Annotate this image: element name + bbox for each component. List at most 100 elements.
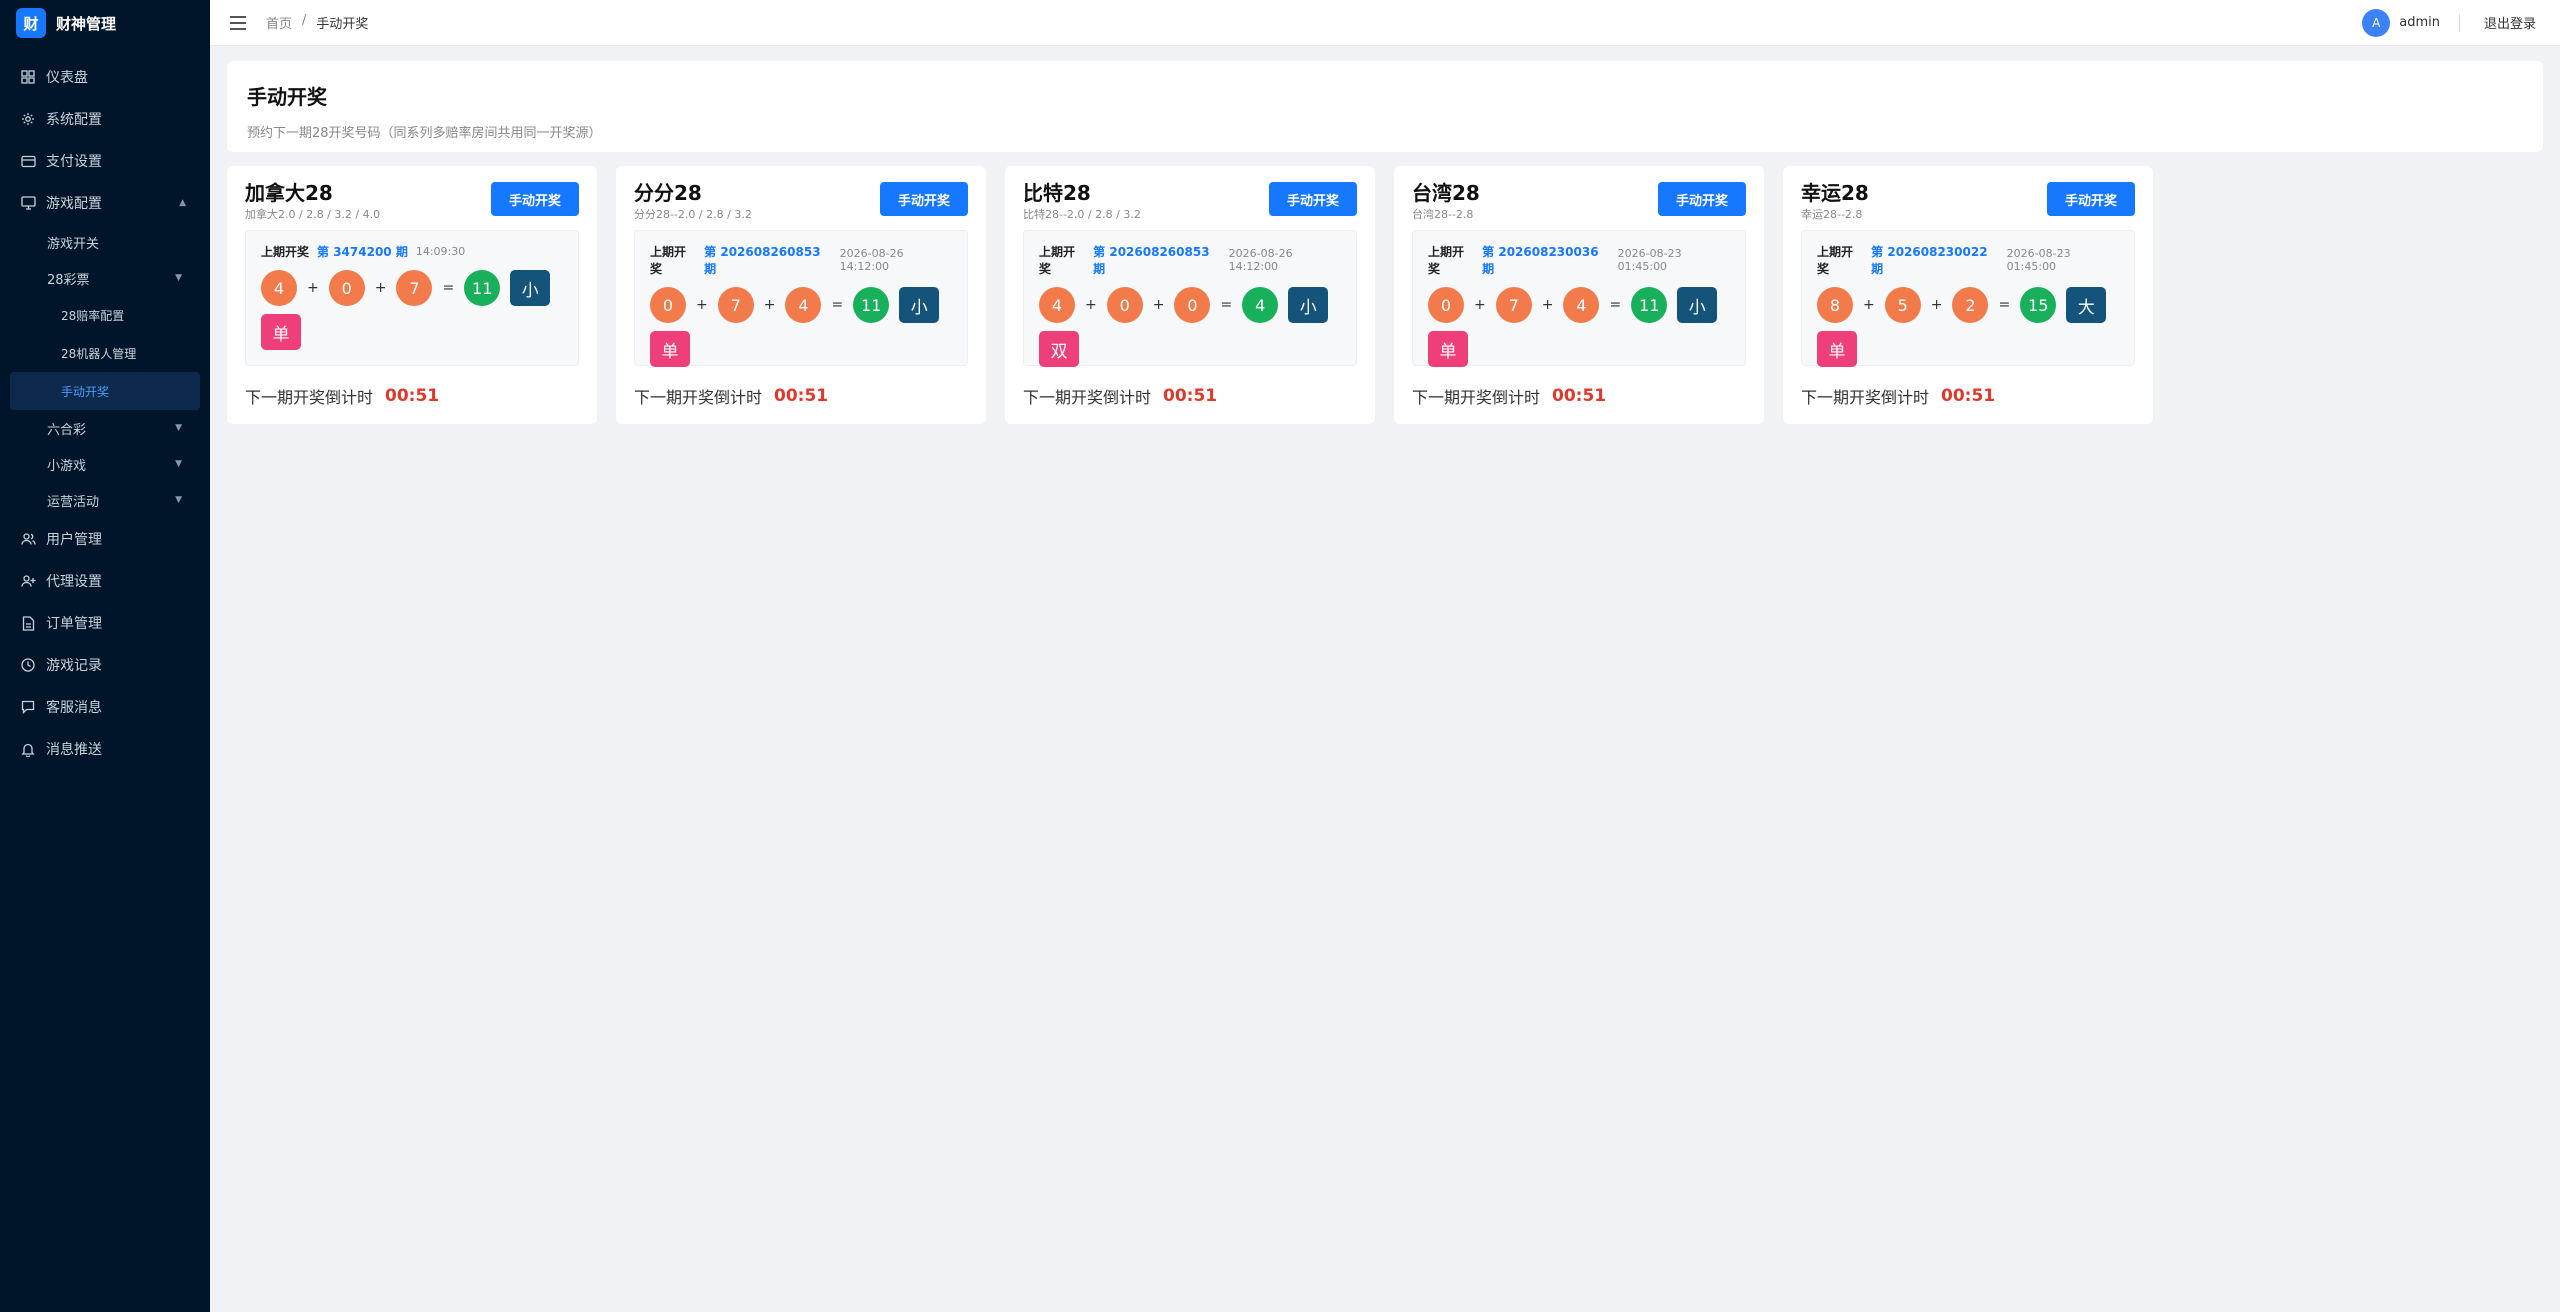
last-result-panel: 上期开奖 第 202608230036 期 2026-08-23 01:45:0… <box>1412 230 1746 367</box>
sidebar-item-system-config[interactable]: 系统配置 <box>0 98 210 140</box>
users-icon <box>20 531 36 547</box>
draw-period: 第 3474200 期 <box>317 245 408 259</box>
chevron-down-icon: ▼ <box>175 459 182 469</box>
user-menu[interactable]: A admin <box>2362 8 2440 37</box>
equals-sign: = <box>1998 297 2011 313</box>
avatar: A <box>2362 8 2391 37</box>
logout-link[interactable]: 退出登录 <box>2484 13 2536 32</box>
sidebar-menu: 仪表盘 系统配置 支付设置 游戏配置 ▲ 游戏开关 28彩票 ▼ 28赔率配置 … <box>0 56 210 770</box>
plus-sign: + <box>1152 297 1165 313</box>
number-ball: 8 <box>1817 287 1853 323</box>
sidebar-item-label: 28彩票 <box>47 272 90 288</box>
card-icon <box>20 153 36 169</box>
top-header: 首页 / 手动开奖 A admin 退出登录 <box>210 0 2560 46</box>
card-title: 加拿大28 <box>245 181 333 205</box>
number-ball: 5 <box>1884 287 1921 323</box>
breadcrumb-home[interactable]: 首页 <box>266 13 292 32</box>
sidebar-item-manual-draw[interactable]: 手动开奖 <box>10 372 200 410</box>
last-result-panel: 上期开奖 第 202608260853 期 2026-08-26 14:12:0… <box>1023 230 1357 367</box>
equals-sign: = <box>831 297 844 313</box>
sidebar-item-label: 游戏配置 <box>46 196 102 212</box>
sidebar-item-label: 28机器人管理 <box>61 346 137 361</box>
draw-time: 2026-08-23 01:45:00 <box>2006 247 2071 273</box>
last-draw-label: 上期开奖 <box>261 245 310 259</box>
sidebar-item-mark-six[interactable]: 六合彩 ▼ <box>0 410 210 446</box>
sidebar-item-mini-games[interactable]: 小游戏 ▼ <box>0 446 210 482</box>
sidebar-item-orders[interactable]: 订单管理 <box>0 602 210 644</box>
sidebar-item-game-switch[interactable]: 游戏开关 <box>0 224 210 260</box>
clock-icon <box>20 657 36 673</box>
last-draw-label: 上期开奖 <box>650 245 687 276</box>
sidebar-item-28-odds[interactable]: 28赔率配置 <box>0 296 210 334</box>
plus-sign: + <box>374 280 387 296</box>
size-tag: 小 <box>1288 287 1329 323</box>
sidebar-item-label: 客服消息 <box>46 700 102 716</box>
size-tag: 小 <box>1677 287 1718 323</box>
sidebar-item-label: 游戏开关 <box>47 236 100 252</box>
sidebar-item-label: 手动开奖 <box>61 384 110 399</box>
sum-ball: 4 <box>1242 287 1279 323</box>
number-ball: 4 <box>785 287 822 323</box>
sidebar-item-users[interactable]: 用户管理 <box>0 518 210 560</box>
equals-sign: = <box>1609 297 1622 313</box>
manual-draw-button[interactable]: 手动开奖 <box>1658 182 1746 216</box>
sidebar-item-push[interactable]: 消息推送 <box>0 728 210 770</box>
equals-sign: = <box>442 280 455 296</box>
breadcrumb-separator: / <box>302 13 307 28</box>
sidebar-item-label: 游戏记录 <box>46 658 102 674</box>
plus-sign: + <box>1085 297 1097 313</box>
number-ball: 0 <box>650 287 686 323</box>
number-ball: 2 <box>1952 287 1989 323</box>
sum-ball: 11 <box>853 287 890 323</box>
sidebar-item-label: 六合彩 <box>47 422 87 438</box>
sidebar-item-label: 用户管理 <box>46 532 102 548</box>
manual-draw-button[interactable]: 手动开奖 <box>880 182 968 216</box>
size-tag: 大 <box>2066 287 2107 323</box>
countdown-timer: 00:51 <box>1552 386 1607 406</box>
chevron-up-icon: ▲ <box>179 198 186 208</box>
page-title: 手动开奖 <box>247 85 327 109</box>
breadcrumb: 首页 / 手动开奖 <box>266 13 368 32</box>
card-title: 台湾28 <box>1412 181 1480 205</box>
sidebar-item-payment[interactable]: 支付设置 <box>0 140 210 182</box>
card-odds: 幸运28--2.8 <box>1801 208 1863 221</box>
sidebar-item-game-config[interactable]: 游戏配置 ▲ <box>0 182 210 224</box>
menu-toggle-icon[interactable] <box>230 15 246 30</box>
sidebar-item-game-records[interactable]: 游戏记录 <box>0 644 210 686</box>
card-odds: 比特28--2.0 / 2.8 / 3.2 <box>1023 208 1141 221</box>
manual-draw-button[interactable]: 手动开奖 <box>2047 182 2135 216</box>
number-ball: 0 <box>1428 287 1464 323</box>
countdown-timer: 00:51 <box>1163 386 1218 406</box>
sidebar-item-28-lottery[interactable]: 28彩票 ▼ <box>0 260 210 296</box>
draw-time: 2026-08-23 01:45:00 <box>1617 247 1682 273</box>
draw-period: 第 202608260853 期 <box>1093 245 1210 276</box>
card-odds: 台湾28--2.8 <box>1412 208 1474 221</box>
manual-draw-button[interactable]: 手动开奖 <box>491 182 579 216</box>
manual-draw-button[interactable]: 手动开奖 <box>1269 182 1357 216</box>
sidebar-item-support-messages[interactable]: 客服消息 <box>0 686 210 728</box>
number-ball: 4 <box>1563 287 1600 323</box>
countdown-timer: 00:51 <box>1941 386 1996 406</box>
last-result-panel: 上期开奖 第 3474200 期 14:09:30 4 + 0 + 7 = 11… <box>245 230 579 366</box>
last-result-panel: 上期开奖 第 202608260853 期 2026-08-26 14:12:0… <box>634 230 968 367</box>
last-draw-label: 上期开奖 <box>1428 245 1465 276</box>
sidebar-item-operations[interactable]: 运营活动 ▼ <box>0 482 210 518</box>
brand[interactable]: 财 财神管理 <box>0 0 210 46</box>
dashboard-icon <box>20 69 36 85</box>
parity-tag: 单 <box>1817 331 1857 367</box>
sidebar-item-label: 运营活动 <box>47 494 100 510</box>
bell-icon <box>20 741 36 757</box>
chat-icon <box>20 699 36 715</box>
draw-period: 第 202608260853 期 <box>704 245 821 276</box>
draw-time: 14:09:30 <box>415 245 466 258</box>
sidebar-item-agents[interactable]: 代理设置 <box>0 560 210 602</box>
page-header: 手动开奖 预约下一期28开奖号码（同系列多赔率房间共用同一开奖源） <box>227 61 2543 152</box>
sidebar-item-dashboard[interactable]: 仪表盘 <box>0 56 210 98</box>
sidebar-item-28-robot[interactable]: 28机器人管理 <box>0 334 210 372</box>
number-ball: 0 <box>328 270 365 306</box>
countdown-label: 下一期开奖倒计时 <box>634 388 763 407</box>
chevron-down-icon: ▼ <box>175 423 182 433</box>
plus-sign: + <box>307 280 319 296</box>
lottery-card: 比特28 比特28--2.0 / 2.8 / 3.2 手动开奖 上期开奖 第 2… <box>1005 166 1375 424</box>
card-odds: 分分28--2.0 / 2.8 / 3.2 <box>634 208 752 221</box>
